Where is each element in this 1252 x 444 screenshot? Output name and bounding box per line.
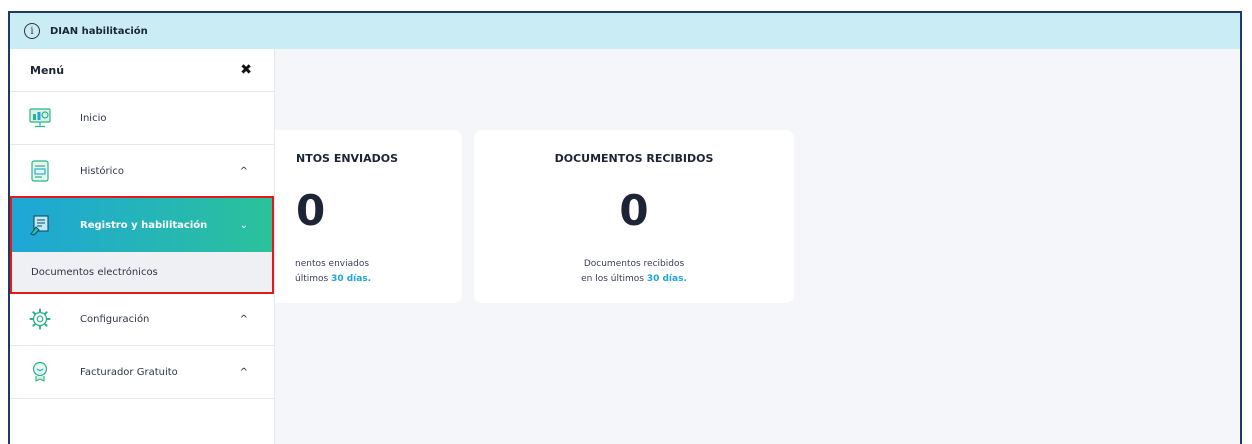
card-value: 0: [296, 186, 326, 235]
environment-title: DIAN habilitación: [50, 25, 148, 37]
card-desc-period: 30 días.: [646, 274, 687, 284]
registration-icon: [28, 213, 52, 237]
card-desc-period: 30 días.: [331, 274, 372, 284]
card-title: NTOS ENVIADOS: [296, 152, 399, 165]
menu-title: Menú: [30, 63, 65, 77]
card-desc-prefix: últimos: [295, 274, 332, 284]
submenu-item-documentos-electronicos[interactable]: Documentos electrónicos: [10, 252, 274, 293]
chevron-down-icon[interactable]: ⌄: [240, 220, 248, 231]
card-desc-line2: últimos 30 días.: [295, 272, 371, 287]
free-invoicer-icon: [28, 360, 52, 384]
chevron-up-icon[interactable]: ^: [240, 314, 248, 325]
chevron-up-icon[interactable]: ^: [240, 166, 248, 177]
card-title: DOCUMENTOS RECIBIDOS: [554, 152, 714, 165]
menu-item-historico[interactable]: Histórico ^: [10, 145, 274, 198]
menu-item-label: Facturador Gratuito: [80, 366, 178, 378]
menu-item-label: Histórico: [80, 165, 125, 177]
card-desc-line2: en los últimos 30 días.: [474, 272, 794, 287]
card-desc-prefix: en los últimos: [581, 274, 647, 284]
gear-icon: [28, 307, 52, 331]
submenu-item-label: Documentos electrónicos: [31, 266, 158, 278]
received-documents-card: DOCUMENTOS RECIBIDOS 0 Documentos recibi…: [474, 130, 794, 303]
menu-item-configuracion[interactable]: Configuración ^: [10, 293, 274, 346]
menu-item-inicio[interactable]: Inicio: [10, 92, 274, 145]
side-menu: Menú ✖ Inicio Histórico ^ Registro y hab…: [10, 49, 275, 444]
menu-item-label: Configuración: [80, 313, 150, 325]
close-icon[interactable]: ✖: [240, 63, 252, 77]
dashboard-monitor-icon: [28, 106, 52, 130]
chevron-up-icon[interactable]: ^: [240, 367, 248, 378]
history-document-icon: [28, 159, 52, 183]
menu-item-label: Registro y habilitación: [80, 219, 208, 231]
menu-item-facturador-gratuito[interactable]: Facturador Gratuito ^: [10, 346, 274, 399]
card-desc-line1: Documentos recibidos: [583, 259, 685, 269]
card-description: nentos enviados últimos 30 días.: [295, 257, 371, 287]
app-window: i DIAN habilitación NTOS ENVIADOS 0 nent…: [8, 11, 1242, 444]
card-description: Documentos recibidos en los últimos 30 d…: [474, 257, 794, 287]
menu-item-registro-habilitacion[interactable]: Registro y habilitación ⌄: [10, 198, 274, 252]
menu-header: Menú ✖: [10, 49, 274, 92]
card-value: 0: [619, 186, 649, 235]
card-desc-line1: nentos enviados: [295, 259, 370, 269]
environment-banner: i DIAN habilitación: [10, 13, 1240, 49]
menu-item-label: Inicio: [80, 112, 107, 124]
info-icon: i: [24, 23, 40, 39]
